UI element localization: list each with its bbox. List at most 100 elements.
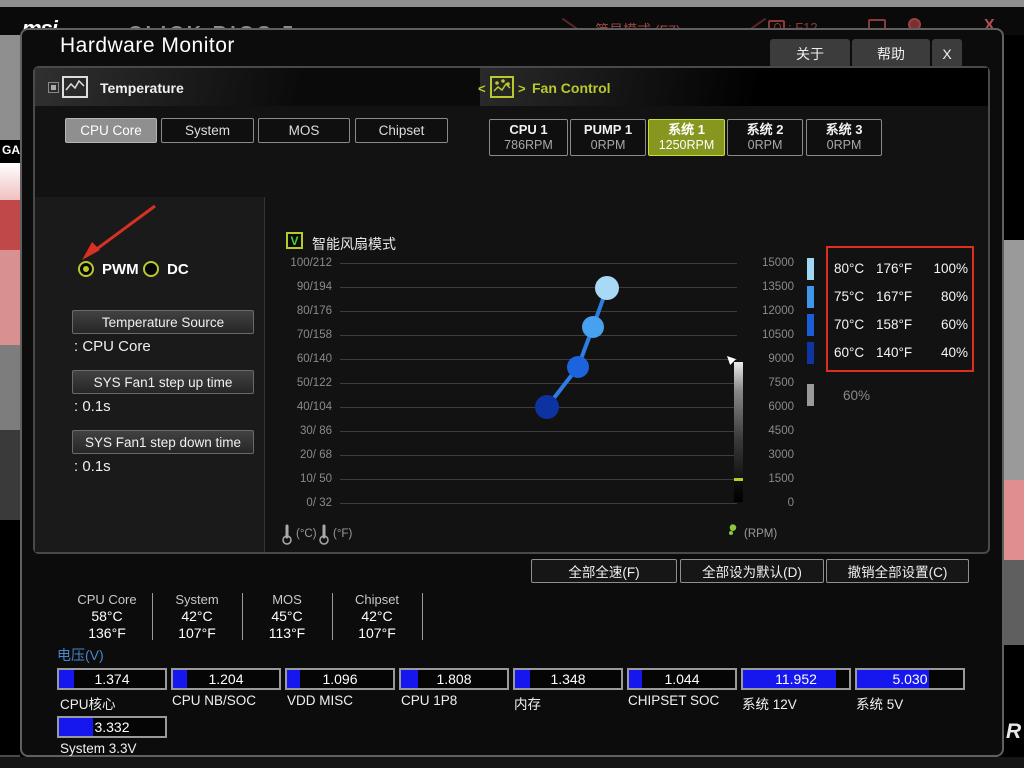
fan-tab-rpm: 1250RPM bbox=[658, 138, 715, 152]
fan-next-arrow[interactable]: > bbox=[518, 81, 526, 96]
fan-tab-name: 系统 3 bbox=[825, 122, 863, 137]
temperature-checkbox-icon[interactable] bbox=[48, 82, 59, 93]
curve-color-bar-4 bbox=[807, 342, 814, 364]
pwm-radio-dot bbox=[83, 266, 89, 272]
fan-tab-rpm: 0RPM bbox=[590, 138, 626, 152]
fahrenheit-thermometer-icon bbox=[319, 524, 329, 545]
pwm-radio[interactable] bbox=[78, 261, 94, 277]
fan-tab-rpm: 0RPM bbox=[826, 138, 862, 152]
step-down-time-button[interactable]: SYS Fan1 step down time bbox=[72, 430, 254, 454]
voltage-gauge: 5.030 bbox=[855, 668, 965, 690]
voltage-section-title: 电压(V) bbox=[57, 647, 104, 663]
curve-color-bar-3 bbox=[807, 314, 814, 336]
voltage-label: 内存 bbox=[514, 697, 541, 712]
voltage-gauge: 1.374 bbox=[57, 668, 167, 690]
curve-row-4: 60°C 140°F 40% bbox=[834, 344, 968, 360]
celsius-thermometer-icon bbox=[282, 524, 292, 545]
status-chipset: Chipset 42°C 107°F bbox=[354, 592, 400, 641]
fan-tab-rpm: 786RPM bbox=[504, 138, 553, 152]
voltage-label: CPU NB/SOC bbox=[172, 693, 257, 708]
fan-tab-sys3[interactable]: 系统 3 0RPM bbox=[806, 119, 882, 156]
bg-left-white bbox=[0, 163, 20, 200]
bg-right-letter: R bbox=[1006, 720, 1022, 743]
voltage-gauge: 1.348 bbox=[513, 668, 623, 690]
manual-percent-label: 60% bbox=[843, 388, 871, 403]
undo-all-button[interactable]: 撤销全部设置(C) bbox=[826, 559, 969, 583]
tab-cpu-core[interactable]: CPU Core bbox=[65, 118, 157, 143]
fan-tab-name: 系统 1 bbox=[668, 122, 705, 137]
step-up-time-value: : 0.1s bbox=[74, 398, 111, 415]
bios-screen: msi CLICK BIOS 5 简易模式 (F7) : F12 X GA R … bbox=[0, 0, 1024, 768]
fan-control-icon bbox=[490, 76, 514, 98]
fan-prev-arrow[interactable]: < bbox=[478, 81, 486, 96]
voltage-label: 系统 12V bbox=[742, 697, 797, 712]
step-down-time-value: : 0.1s bbox=[74, 458, 111, 475]
voltage-label: 系统 5V bbox=[856, 697, 904, 712]
voltage-gauge: 1.044 bbox=[627, 668, 737, 690]
bg-right-gray bbox=[1004, 240, 1024, 480]
pwm-label: PWM bbox=[102, 261, 139, 278]
manual-color-bar bbox=[807, 384, 814, 406]
voltage-gauge: 1.096 bbox=[285, 668, 395, 690]
pane-divider bbox=[264, 197, 265, 552]
bg-right-pink bbox=[1004, 480, 1024, 560]
fan-tab-cpu1[interactable]: CPU 1 786RPM bbox=[489, 119, 568, 156]
bg-left-red bbox=[0, 200, 20, 250]
temperature-section-label: Temperature bbox=[100, 80, 184, 96]
temperature-source-button[interactable]: Temperature Source bbox=[72, 310, 254, 334]
fan-tab-rpm: 0RPM bbox=[747, 138, 783, 152]
curve-row-3: 70°C 158°F 60% bbox=[834, 316, 968, 332]
voltage-label: System 3.3V bbox=[60, 741, 137, 756]
curve-color-bar-2 bbox=[807, 286, 814, 308]
fan-control-section-label: Fan Control bbox=[532, 80, 611, 96]
bg-left-pink bbox=[0, 250, 20, 345]
voltage-label: CHIPSET SOC bbox=[628, 693, 720, 708]
temperature-source-value: : CPU Core bbox=[74, 338, 151, 355]
about-button[interactable]: 关于 bbox=[770, 39, 850, 68]
dc-label: DC bbox=[167, 261, 189, 278]
fan-tab-sys2[interactable]: 系统 2 0RPM bbox=[727, 119, 803, 156]
status-divider bbox=[422, 593, 423, 640]
help-button[interactable]: 帮助 bbox=[852, 39, 930, 68]
voltage-label: VDD MISC bbox=[287, 693, 354, 708]
tab-mos[interactable]: MOS bbox=[258, 118, 350, 143]
status-system: System 42°C 107°F bbox=[175, 592, 219, 641]
status-mos: MOS 45°C 113°F bbox=[268, 592, 306, 641]
voltage-gauge: 11.952 bbox=[741, 668, 851, 690]
fan-curve-point-3[interactable] bbox=[582, 316, 604, 338]
bg-right-gray2 bbox=[1004, 560, 1024, 645]
fan-tab-name: PUMP 1 bbox=[583, 122, 633, 137]
fan-curve-point-2[interactable] bbox=[567, 356, 589, 378]
voltage-label: CPU 1P8 bbox=[401, 693, 458, 708]
tab-chipset[interactable]: Chipset bbox=[355, 118, 448, 143]
temp-axis-ticks: 100/212 90/194 80/176 70/158 60/140 50/122 … bbox=[290, 257, 332, 509]
bg-left-dark bbox=[0, 430, 20, 520]
bg-top-strip bbox=[0, 0, 1024, 7]
fan-curve-point-1[interactable] bbox=[535, 395, 559, 419]
rpm-axis-ticks: 15000 13500 12000 10500 9000 7500 6000 4500 … bbox=[762, 257, 794, 509]
voltage-label: CPU核心 bbox=[60, 697, 116, 712]
bg-left-gray2 bbox=[0, 345, 20, 430]
bg-left-gray bbox=[0, 35, 20, 140]
fan-icon bbox=[729, 524, 737, 535]
fan-tab-sys1[interactable]: 系统 1 1250RPM bbox=[648, 119, 725, 156]
curve-row-1: 80°C 176°F 100% bbox=[834, 260, 968, 276]
bg-bottom-strip bbox=[0, 757, 1024, 768]
voltage-gauge: 1.204 bbox=[171, 668, 281, 690]
fan-curve-point-4[interactable] bbox=[595, 276, 619, 300]
celsius-unit-label: (°C) bbox=[296, 528, 317, 540]
tab-system[interactable]: System bbox=[161, 118, 254, 143]
set-default-button[interactable]: 全部设为默认(D) bbox=[680, 559, 824, 583]
full-speed-button[interactable]: 全部全速(F) bbox=[531, 559, 677, 583]
window-title: Hardware Monitor bbox=[60, 34, 235, 57]
status-cpu-core: CPU Core 58°C 136°F bbox=[77, 592, 137, 641]
fahrenheit-unit-label: (°F) bbox=[333, 528, 353, 540]
rpm-unit-label: (RPM) bbox=[744, 528, 778, 540]
dc-radio[interactable] bbox=[143, 261, 159, 277]
close-button[interactable]: X bbox=[932, 39, 962, 68]
fan-tab-name: 系统 2 bbox=[746, 122, 784, 137]
step-up-time-button[interactable]: SYS Fan1 step up time bbox=[72, 370, 254, 394]
fan-curve-plot bbox=[535, 276, 619, 419]
smart-fan-checkbox[interactable]: V bbox=[286, 232, 303, 249]
fan-tab-pump1[interactable]: PUMP 1 0RPM bbox=[570, 119, 646, 156]
